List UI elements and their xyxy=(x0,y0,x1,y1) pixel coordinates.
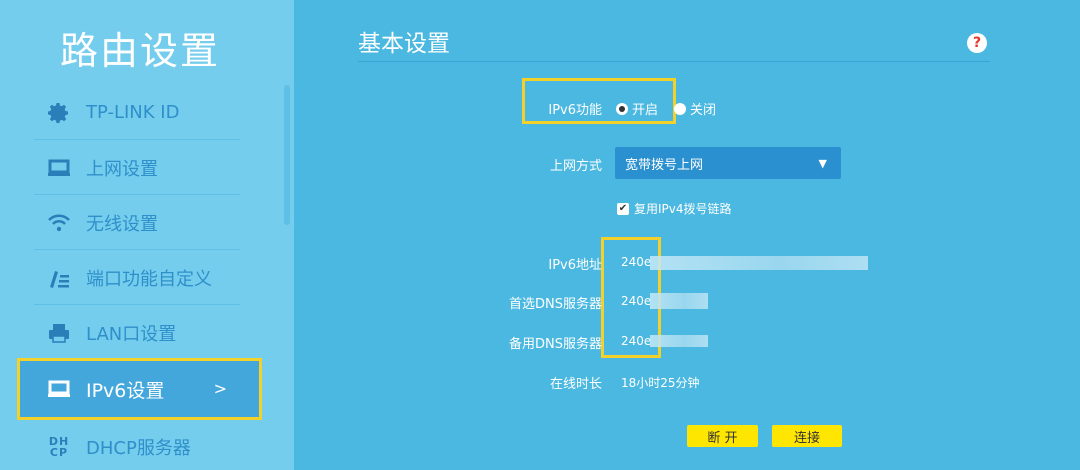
connection-type-select[interactable]: 宽带拨号上网 ▼ xyxy=(615,147,841,179)
ipv6-address-value: 240e xyxy=(621,255,652,269)
laptop-icon xyxy=(46,376,72,402)
page-title: 基本设置 xyxy=(358,31,450,57)
help-icon[interactable]: ? xyxy=(967,33,987,53)
online-time-value: 18小时25分钟 xyxy=(621,376,700,390)
sidebar-item-label: IPv6设置 xyxy=(86,379,165,402)
sidebar: 路由设置 TP-LINK ID 上网设置 无线设置 端口功能自定义 LAN口设置 xyxy=(0,0,294,470)
redacted-mask xyxy=(650,256,868,270)
chevron-right-icon: > xyxy=(213,379,227,398)
ipv6-function-label: IPv6功能 xyxy=(548,103,602,118)
wifi-icon xyxy=(46,210,72,236)
sidebar-item-ipv6[interactable]: IPv6设置 > xyxy=(17,358,262,420)
sidebar-item-label: DHCP服务器 xyxy=(86,438,191,459)
sidebar-item-tplink-id[interactable]: TP-LINK ID xyxy=(34,86,240,140)
sidebar-scrollbar[interactable] xyxy=(284,85,290,225)
sidebar-item-label: LAN口设置 xyxy=(86,323,177,345)
sidebar-item-label: 端口功能自定义 xyxy=(86,268,212,290)
disconnect-button[interactable]: 断 开 xyxy=(687,425,758,447)
secondary-dns-label: 备用DNS服务器 xyxy=(509,337,602,352)
printer-icon xyxy=(46,320,72,346)
chevron-down-icon: ▼ xyxy=(818,156,827,170)
sidebar-title: 路由设置 xyxy=(60,29,221,73)
title-divider xyxy=(358,61,990,62)
primary-dns-value: 240e xyxy=(621,294,652,308)
laptop-icon xyxy=(46,155,72,181)
connection-type-value: 宽带拨号上网 xyxy=(625,157,704,173)
sidebar-item-label: 无线设置 xyxy=(86,213,158,235)
reuse-ipv4-checkbox[interactable]: ✔ 复用IPv4拨号链路 xyxy=(617,200,732,217)
sidebar-item-lan[interactable]: LAN口设置 xyxy=(34,306,240,360)
edit-list-icon xyxy=(46,265,72,291)
ipv6-on-radio[interactable]: 开启 xyxy=(616,99,658,118)
connection-type-label: 上网方式 xyxy=(549,159,602,174)
redacted-mask xyxy=(650,293,708,309)
sidebar-item-dhcp[interactable]: DH CP DHCP服务器 xyxy=(34,420,240,470)
connect-button[interactable]: 连接 xyxy=(772,425,842,447)
radio-selected-icon xyxy=(616,102,628,115)
ipv6-off-radio[interactable]: 关闭 xyxy=(674,99,716,118)
sidebar-item-internet[interactable]: 上网设置 xyxy=(34,141,240,195)
secondary-dns-value: 240e xyxy=(621,334,652,348)
radio-label: 关闭 xyxy=(690,103,717,118)
checkbox-checked-icon: ✔ xyxy=(617,202,629,215)
ipv6-address-label: IPv6地址 xyxy=(548,258,602,273)
checkbox-label: 复用IPv4拨号链路 xyxy=(634,202,732,216)
radio-label: 开启 xyxy=(632,103,659,118)
online-time-label: 在线时长 xyxy=(549,377,602,392)
gear-icon xyxy=(46,100,72,126)
sidebar-item-label: TP-LINK ID xyxy=(86,102,180,123)
redacted-mask xyxy=(650,335,708,347)
primary-dns-label: 首选DNS服务器 xyxy=(509,297,602,312)
sidebar-item-port-custom[interactable]: 端口功能自定义 xyxy=(34,251,240,305)
radio-unselected-icon xyxy=(674,102,686,115)
dhcp-icon: DH CP xyxy=(48,435,70,459)
sidebar-item-wireless[interactable]: 无线设置 xyxy=(34,196,240,250)
sidebar-item-label: 上网设置 xyxy=(86,158,158,180)
